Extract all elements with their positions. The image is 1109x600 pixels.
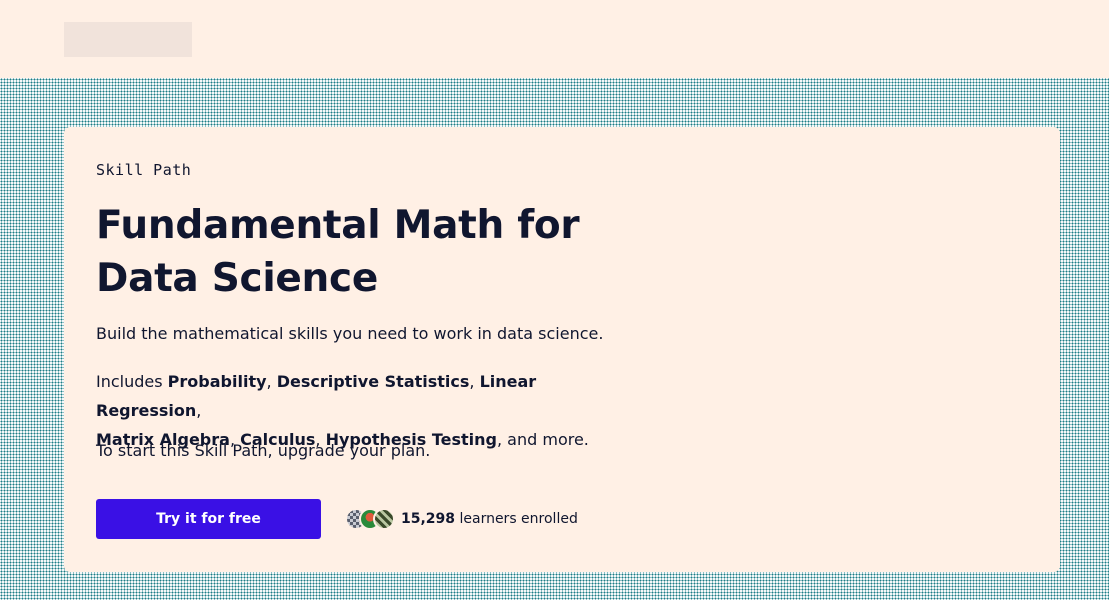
separator: , — [266, 372, 277, 391]
logo-placeholder[interactable] — [64, 22, 192, 57]
enrolled-label: learners enrolled — [455, 511, 578, 527]
includes-prefix: Includes — [96, 372, 168, 391]
skill-path-card: Skill Path Fundamental Math for Data Sci… — [64, 127, 1060, 572]
enrollment-info: 15,298 learners enrolled — [345, 507, 578, 531]
enrolled-count: 15,298 — [401, 511, 456, 527]
separator: , — [196, 401, 202, 420]
enrolled-count-text: 15,298 learners enrolled — [401, 511, 578, 527]
top-header — [0, 0, 1109, 78]
separator: , — [469, 372, 480, 391]
learner-avatars — [345, 508, 397, 530]
avatar — [373, 508, 395, 530]
upgrade-note: To start this Skill Path, upgrade your p… — [96, 441, 431, 460]
topic-descriptive-statistics: Descriptive Statistics — [276, 372, 470, 391]
course-description: Build the mathematical skills you need t… — [96, 324, 604, 343]
eyebrow-label: Skill Path — [96, 161, 192, 179]
page-title: Fundamental Math for Data Science — [96, 203, 580, 301]
topic-probability: Probability — [167, 372, 267, 391]
try-it-for-free-button[interactable]: Try it for free — [96, 499, 321, 539]
